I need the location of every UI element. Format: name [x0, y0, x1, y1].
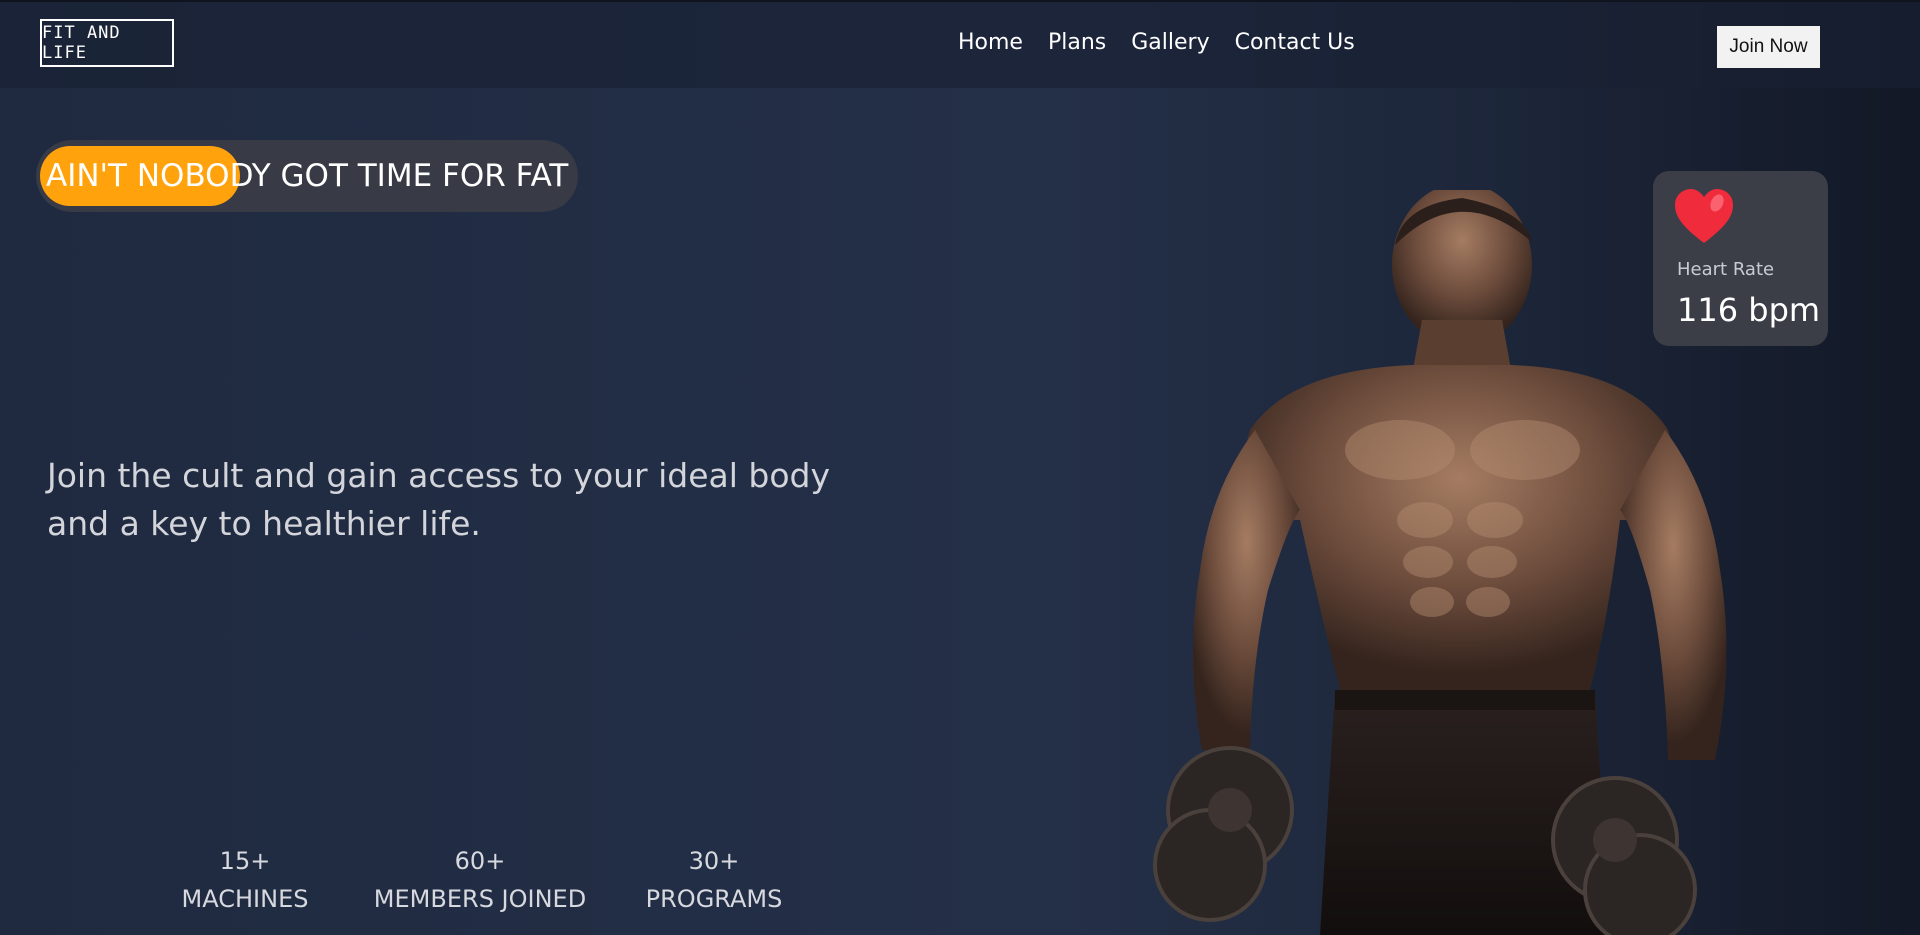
- stat-members: 60+ MEMBERS JOINED: [374, 846, 586, 914]
- join-now-button[interactable]: Join Now: [1717, 26, 1820, 68]
- nav-link-home[interactable]: Home: [958, 30, 1023, 55]
- stat-machines: 15+ MACHINES: [182, 846, 309, 914]
- heart-icon: [1675, 189, 1733, 243]
- logo[interactable]: FIT AND LIFE: [40, 19, 174, 67]
- stat-number: 30+: [688, 847, 740, 875]
- tagline-badge: Ain't nobody got time for fat !: [36, 140, 578, 212]
- tagline-text: Ain't nobody got time for fat !: [46, 158, 578, 194]
- nav-links: Home Plans Gallery Contact Us: [958, 30, 1355, 55]
- heart-rate-card: Heart Rate 116 bpm: [1653, 171, 1828, 346]
- stat-label: PROGRAMS: [645, 885, 783, 913]
- heart-rate-label: Heart Rate: [1677, 259, 1775, 280]
- nav-link-gallery[interactable]: Gallery: [1131, 30, 1209, 55]
- hero-text: Join the cult and gain access to your id…: [47, 456, 831, 543]
- stat-label: MACHINES: [181, 885, 309, 913]
- navbar: FIT AND LIFE Home Plans Gallery Contact …: [0, 2, 1920, 88]
- logo-text: FIT AND LIFE: [42, 23, 121, 63]
- nav-link-plans[interactable]: Plans: [1048, 30, 1106, 55]
- hero-athlete-image: [1153, 190, 1727, 935]
- stat-number: 60+: [454, 847, 506, 875]
- heart-rate-value: 116 bpm: [1677, 291, 1821, 329]
- stat-programs: 30+ PROGRAMS: [646, 846, 783, 914]
- stat-label: MEMBERS JOINED: [373, 885, 587, 913]
- stat-number: 15+: [219, 847, 271, 875]
- nav-link-contact[interactable]: Contact Us: [1235, 30, 1355, 55]
